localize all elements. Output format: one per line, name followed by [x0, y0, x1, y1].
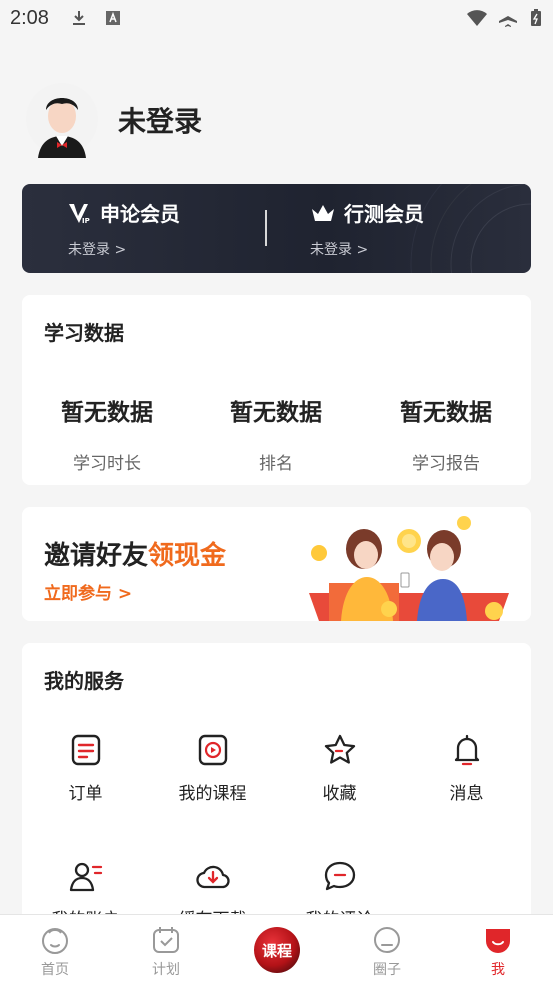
- stat-label: 学习报告: [412, 454, 480, 474]
- stat-label: 排名: [259, 454, 293, 474]
- bottom-tab-bar: 首页 计划 课程 圈子 我: [0, 914, 553, 984]
- services-title: 我的服务: [44, 669, 124, 693]
- svg-text:IP: IP: [82, 217, 90, 224]
- invite-banner[interactable]: 邀请好友领现金 立即参与 >: [22, 507, 531, 621]
- wifi-icon: [467, 10, 487, 26]
- tab-label: 我: [491, 962, 505, 978]
- shenlun-vip-status[interactable]: 未登录 >: [68, 239, 180, 259]
- tab-courses[interactable]: 课程: [254, 927, 300, 973]
- service-messages[interactable]: 消息: [403, 733, 530, 804]
- crown-icon: [312, 204, 334, 221]
- profile-header[interactable]: 未登录: [0, 70, 553, 170]
- service-favorites[interactable]: 收藏: [276, 733, 403, 804]
- service-my-courses[interactable]: 我的课程: [149, 733, 276, 804]
- circle-icon: [374, 927, 400, 953]
- username[interactable]: 未登录: [118, 100, 202, 140]
- invite-cta-link[interactable]: 立即参与 >: [44, 579, 132, 604]
- xingce-vip[interactable]: 行测会员 未登录 >: [310, 198, 424, 259]
- study-data-card: 学习数据 暂无数据 学习时长 暂无数据 排名 暂无数据 学习报告: [22, 295, 531, 485]
- service-order[interactable]: 订单: [22, 733, 149, 804]
- vip-badge-icon: IP: [69, 203, 90, 224]
- tab-label: 圈子: [373, 962, 401, 978]
- plan-icon: [153, 927, 179, 953]
- study-data-title: 学习数据: [44, 321, 124, 345]
- xingce-vip-status[interactable]: 未登录 >: [310, 239, 424, 259]
- status-bar: 2:08: [0, 0, 553, 38]
- shenlun-vip-title: 申论会员: [100, 202, 180, 226]
- vip-divider: [265, 210, 267, 246]
- shenlun-vip[interactable]: IP 申论会员 未登录 >: [68, 198, 180, 259]
- course-icon: [198, 734, 227, 766]
- stat-label: 学习时长: [73, 454, 141, 474]
- tab-label: 首页: [41, 962, 69, 978]
- stat-value: 暂无数据: [61, 400, 153, 426]
- status-time: 2:08: [10, 7, 49, 29]
- tab-plan[interactable]: 计划: [126, 925, 206, 979]
- services-card: 我的服务 订单 我的课程 收藏 消息: [22, 643, 531, 943]
- font-a-icon: [106, 11, 120, 25]
- stat-value: 暂无数据: [400, 400, 492, 426]
- tab-home[interactable]: 首页: [15, 925, 95, 979]
- order-icon: [71, 734, 100, 766]
- service-label: 消息: [449, 784, 484, 804]
- download-icon: [73, 11, 85, 25]
- battery-icon: [531, 9, 541, 26]
- tab-courses-label: 课程: [261, 941, 292, 960]
- stat-report[interactable]: 暂无数据 学习报告: [361, 393, 531, 474]
- tab-circle[interactable]: 圈子: [347, 925, 427, 979]
- service-label: 我的课程: [178, 784, 247, 804]
- vip-card: IP 申论会员 未登录 > 行测会员 未登录 >: [22, 184, 531, 273]
- tab-label: 计划: [152, 962, 180, 978]
- invite-headline-a: 邀请好友: [44, 541, 149, 571]
- account-icon: [69, 862, 102, 892]
- stat-study-time[interactable]: 暂无数据 学习时长: [22, 393, 192, 474]
- invite-headline-b: 领现金: [148, 541, 227, 571]
- cloud-download-icon: [195, 865, 230, 889]
- me-icon: [486, 929, 510, 953]
- tab-me[interactable]: 我: [458, 925, 538, 979]
- service-label: 收藏: [322, 784, 357, 804]
- service-label: 订单: [68, 784, 103, 804]
- stat-value: 暂无数据: [230, 400, 322, 426]
- star-icon: [324, 734, 355, 764]
- comment-icon: [324, 861, 355, 891]
- bell-icon: [454, 734, 479, 766]
- invite-illustration: [309, 516, 509, 621]
- airplane-icon: [499, 10, 517, 27]
- xingce-vip-title: 行测会员: [344, 202, 424, 226]
- invite-headline: 邀请好友领现金: [44, 535, 226, 572]
- avatar[interactable]: [26, 80, 98, 158]
- stat-rank[interactable]: 暂无数据 排名: [191, 393, 361, 474]
- home-face-icon: [42, 928, 68, 954]
